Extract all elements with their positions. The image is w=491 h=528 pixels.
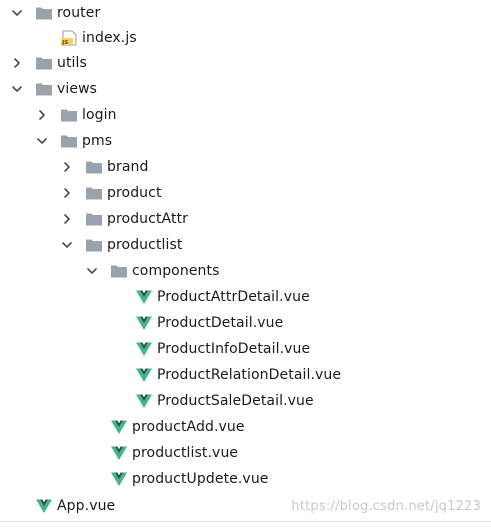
folder-icon — [85, 159, 103, 175]
svg-text:JS: JS — [61, 40, 68, 46]
tree-item-label: pms — [82, 133, 113, 149]
tree-item-label: productUpdete.vue — [132, 471, 269, 487]
tree-item-label: ProductSaleDetail.vue — [157, 393, 314, 409]
panel-bottom-edge — [0, 519, 491, 528]
folder-icon — [60, 133, 78, 149]
tree-item-productdetail-vue[interactable]: ProductDetail.vue — [0, 310, 491, 336]
folder-icon — [85, 211, 103, 227]
vue-file-icon — [135, 341, 153, 357]
tree-item-label: brand — [107, 159, 149, 175]
folder-icon — [60, 107, 78, 123]
tree-item-productattrdetail-vue[interactable]: ProductAttrDetail.vue — [0, 284, 491, 310]
chevron-down-icon[interactable] — [37, 136, 47, 146]
tree-item-productupdete-vue[interactable]: productUpdete.vue — [0, 466, 491, 492]
chevron-right-icon[interactable] — [62, 188, 72, 198]
vue-file-icon — [135, 315, 153, 331]
tree-item-productinfodetail-vue[interactable]: ProductInfoDetail.vue — [0, 336, 491, 362]
tree-item-label: components — [132, 263, 220, 279]
tree-item-label: ProductInfoDetail.vue — [157, 341, 311, 357]
tree-item-utils[interactable]: utils — [0, 50, 491, 76]
vue-file-icon — [110, 419, 128, 435]
tree-item-label: router — [57, 5, 101, 21]
js-file-icon: JS — [60, 30, 78, 46]
vue-file-icon — [110, 471, 128, 487]
tree-item-login[interactable]: login — [0, 102, 491, 128]
tree-item-router[interactable]: router — [0, 0, 491, 26]
tree-item-components[interactable]: components — [0, 258, 491, 284]
chevron-down-icon[interactable] — [87, 266, 97, 276]
tree-item-label: views — [57, 81, 98, 97]
tree-item-product[interactable]: product — [0, 180, 491, 206]
vue-file-icon — [35, 498, 53, 514]
tree-item-label: index.js — [82, 30, 137, 46]
folder-icon — [35, 5, 53, 21]
folder-icon — [110, 263, 128, 279]
tree-item-label: productlist.vue — [132, 445, 239, 461]
tree-item-productrelationdetail-vue[interactable]: ProductRelationDetail.vue — [0, 362, 491, 388]
vue-file-icon — [110, 445, 128, 461]
tree-item-label: utils — [57, 55, 87, 71]
folder-icon — [35, 55, 53, 71]
tree-item-productadd-vue[interactable]: productAdd.vue — [0, 414, 491, 440]
tree-item-productlist[interactable]: productlist — [0, 232, 491, 258]
vue-file-icon — [135, 393, 153, 409]
vue-file-icon — [135, 367, 153, 383]
tree-item-label: login — [82, 107, 117, 123]
tree-item-label: App.vue — [57, 498, 116, 514]
tree-item-label: productAttr — [107, 211, 189, 227]
tree-item-brand[interactable]: brand — [0, 154, 491, 180]
tree-item-pms[interactable]: pms — [0, 128, 491, 154]
chevron-right-icon[interactable] — [37, 110, 47, 120]
folder-icon — [85, 237, 103, 253]
tree-item-productsaledetail-vue[interactable]: ProductSaleDetail.vue — [0, 388, 491, 414]
tree-item-label: ProductRelationDetail.vue — [157, 367, 342, 383]
tree-item-label: productlist — [107, 237, 183, 253]
chevron-right-icon[interactable] — [12, 58, 22, 68]
tree-item-label: ProductAttrDetail.vue — [157, 289, 310, 305]
chevron-down-icon[interactable] — [12, 8, 22, 18]
tree-item-productlist-vue[interactable]: productlist.vue — [0, 440, 491, 466]
chevron-right-icon[interactable] — [62, 162, 72, 172]
tree-item-label: ProductDetail.vue — [157, 315, 284, 331]
watermark: https://blog.csdn.net/jq1223 — [291, 499, 481, 514]
project-file-tree: router JS index.js utils views login pms brand p… — [0, 0, 491, 520]
folder-icon — [85, 185, 103, 201]
tree-item-productattr[interactable]: productAttr — [0, 206, 491, 232]
folder-icon — [35, 81, 53, 97]
vue-file-icon — [135, 289, 153, 305]
chevron-down-icon[interactable] — [12, 84, 22, 94]
tree-item-label: product — [107, 185, 162, 201]
tree-item-label: productAdd.vue — [132, 419, 245, 435]
chevron-right-icon[interactable] — [62, 214, 72, 224]
tree-item-views[interactable]: views — [0, 76, 491, 102]
tree-item-index-js[interactable]: JS index.js — [0, 25, 491, 51]
chevron-down-icon[interactable] — [62, 240, 72, 250]
